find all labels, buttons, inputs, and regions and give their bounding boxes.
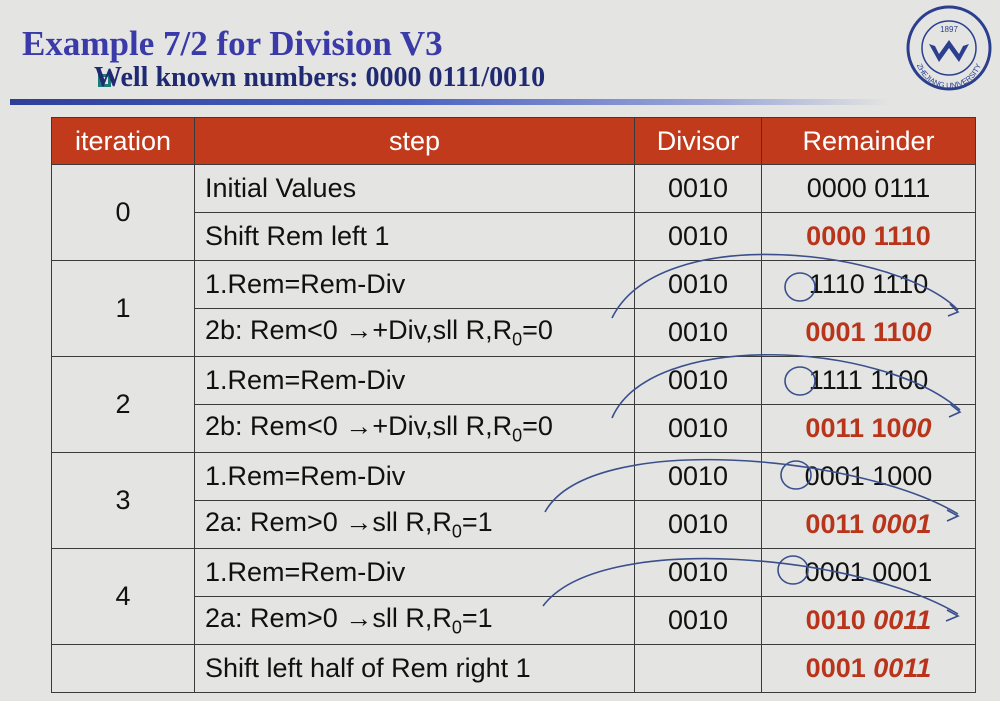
step-cell: 2a: Rem>0 →sll R,R0=1 <box>194 596 635 645</box>
iteration-cell <box>51 644 195 693</box>
remainder-cell: 0001 1100 <box>761 308 976 357</box>
iteration-cell: 0 <box>51 164 195 261</box>
step-cell: 1.Rem=Rem-Div <box>194 452 635 501</box>
iteration-cell: 3 <box>51 452 195 549</box>
division-table: iteration step Divisor Remainder 0 Initi… <box>51 117 976 693</box>
divisor-cell: 0010 <box>634 260 762 309</box>
remainder-cell: 1110 1110 <box>761 260 976 309</box>
step-cell: 1.Rem=Rem-Div <box>194 356 635 405</box>
remainder-cell: 0001 0001 <box>761 548 976 597</box>
header-iteration: iteration <box>51 117 195 165</box>
divisor-cell: 0010 <box>634 308 762 357</box>
step-cell: 1.Rem=Rem-Div <box>194 260 635 309</box>
divisor-cell: 0010 <box>634 596 762 645</box>
table-row: Shift left half of Rem right 1 0001 0011 <box>51 644 976 693</box>
iteration-cell: 1 <box>51 260 195 357</box>
step-cell: Initial Values <box>194 164 635 213</box>
remainder-cell: 0010 0011 <box>761 596 976 645</box>
remainder-cell: 0011 1000 <box>761 404 976 453</box>
step-cell: 2b: Rem<0 →+Div,sll R,R0=0 <box>194 404 635 453</box>
slide-title: Example 7/2 for Division V3 <box>22 24 443 63</box>
svg-text:1897: 1897 <box>940 25 958 34</box>
divisor-cell: 0010 <box>634 404 762 453</box>
divisor-cell: 0010 <box>634 452 762 501</box>
table-row: 2 1.Rem=Rem-Div 0010 1111 1100 <box>51 356 976 453</box>
header-divisor: Divisor <box>634 117 762 165</box>
table-row: 1 1.Rem=Rem-Div 0010 1110 1110 <box>51 260 976 357</box>
header-step: step <box>194 117 635 165</box>
remainder-cell: 0001 0011 <box>761 644 976 693</box>
svg-text:ZHEJIANG UNIVERSITY: ZHEJIANG UNIVERSITY <box>915 62 983 90</box>
iteration-cell: 2 <box>51 356 195 453</box>
divisor-cell: 0010 <box>634 212 762 261</box>
step-cell: 1.Rem=Rem-Div <box>194 548 635 597</box>
remainder-cell: 0001 1000 <box>761 452 976 501</box>
divisor-cell <box>634 644 762 693</box>
table-row: 3 1.Rem=Rem-Div 0010 0001 1000 <box>51 452 976 549</box>
header-remainder: Remainder <box>761 117 976 165</box>
divisor-cell: 0010 <box>634 548 762 597</box>
slide-subtitle: Well known numbers: 0000 0111/0010 <box>94 62 546 93</box>
step-cell: Shift Rem left 1 <box>194 212 635 261</box>
remainder-cell: 1111 1100 <box>761 356 976 405</box>
remainder-cell: 0000 0111 <box>761 164 976 213</box>
title-underline <box>10 99 890 105</box>
step-cell: 2a: Rem>0 →sll R,R0=1 <box>194 500 635 549</box>
step-cell: Shift left half of Rem right 1 <box>194 644 635 693</box>
iteration-cell: 4 <box>51 548 195 645</box>
step-cell: 2b: Rem<0 →+Div,sll R,R0=0 <box>194 308 635 357</box>
divisor-cell: 0010 <box>634 500 762 549</box>
table-row: 4 1.Rem=Rem-Div 0010 0001 0001 <box>51 548 976 645</box>
remainder-cell: 0000 1110 <box>761 212 976 261</box>
zhejiang-university-logo: 1897 ZHEJIANG UNIVERSITY <box>906 5 992 91</box>
table-row: 0 Initial Values 0010 0000 0111 <box>51 164 976 261</box>
divisor-cell: 0010 <box>634 164 762 213</box>
remainder-cell: 0011 0001 <box>761 500 976 549</box>
divisor-cell: 0010 <box>634 356 762 405</box>
table-header-row: iteration step Divisor Remainder <box>51 117 976 165</box>
